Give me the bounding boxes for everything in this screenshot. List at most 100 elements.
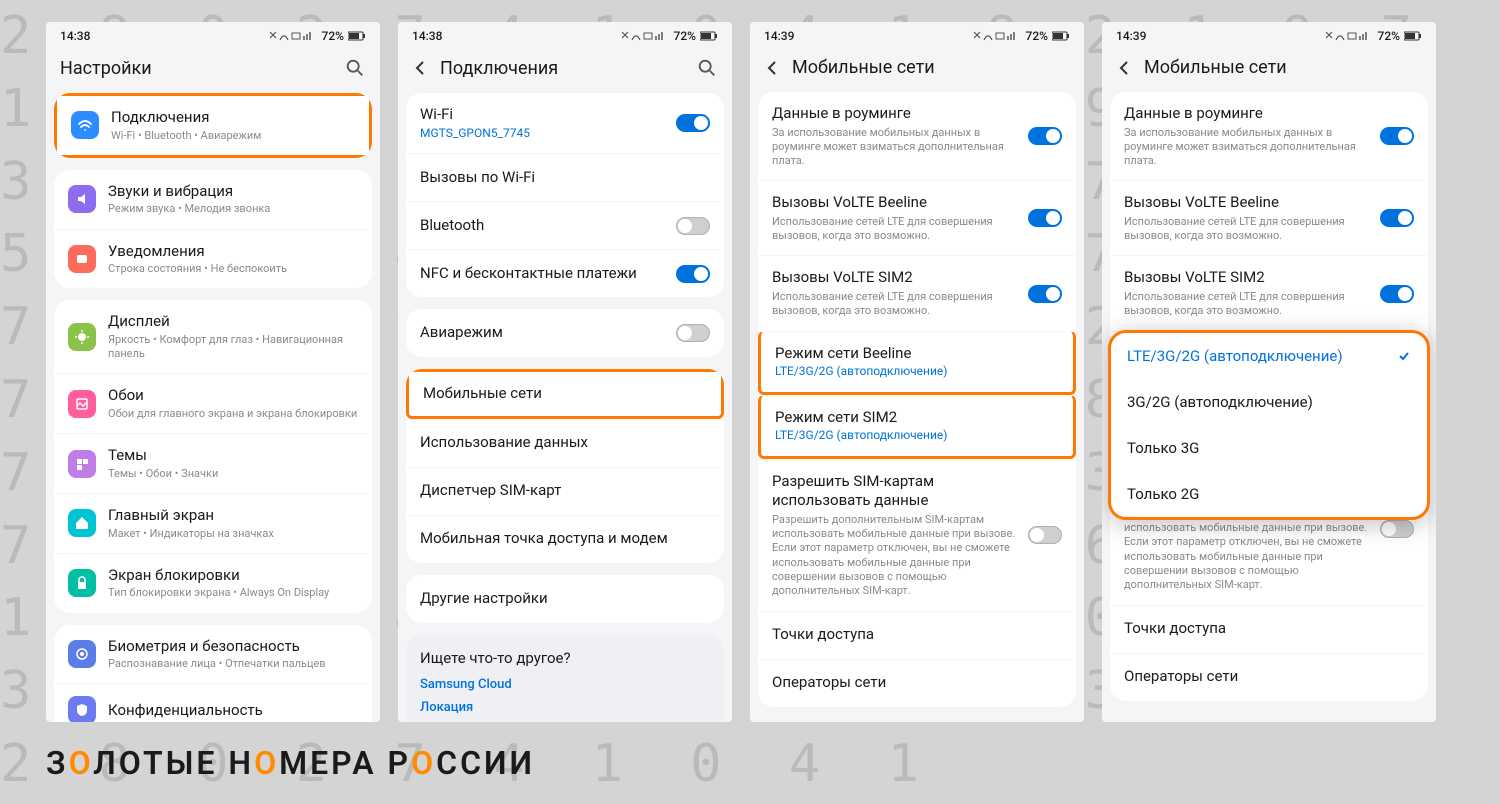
display-icon [68,323,96,351]
item-title: Уведомления [108,242,358,262]
toggle[interactable] [1028,285,1062,303]
item-title: Звуки и вибрация [108,182,358,202]
item-description: Использование сетей LTE для совершения в… [1124,290,1380,319]
toggle[interactable] [1028,209,1062,227]
item-title: Дисплей [108,312,358,332]
item-title: Главный экран [108,506,358,526]
dropdown-option[interactable]: Только 2G [1111,471,1427,517]
item-title: Биометрия и безопасность [108,637,358,657]
connections-item[interactable]: Мобильные сети [406,369,724,419]
toggle[interactable] [676,114,710,132]
connections-item[interactable]: NFC и бесконтактные платежи [406,249,724,297]
item-title: Конфиденциальность [108,701,358,721]
mobile-network-item[interactable]: Вызовы VoLTE BeelineИспользование сетей … [1110,180,1428,255]
status-time: 14:38 [60,29,90,43]
settings-item[interactable]: ТемыТемы • Обои • Значки [54,433,372,493]
item-title: Режим сети SIM2 [775,408,1059,428]
sound-icon [68,185,96,213]
link-location[interactable]: Локация [420,700,710,715]
item-title: Точки доступа [1124,619,1414,639]
connections-item[interactable]: Bluetooth [406,201,724,249]
item-description: Использование сетей LTE для совершения в… [1124,215,1380,244]
settings-item[interactable]: УведомленияСтрока состояния • Не беспоко… [54,229,372,289]
item-title: Подключения [111,108,355,128]
item-title: Разрешить SIM-картам использовать данные [772,472,1028,511]
item-title: Экран блокировки [108,566,358,586]
item-description: Использование сетей LTE для совершения в… [772,290,1028,319]
settings-item[interactable]: Звуки и вибрацияРежим звука • Мелодия зв… [54,170,372,229]
mobile-network-item[interactable]: Операторы сети [1110,653,1428,701]
toggle[interactable] [1380,209,1414,227]
item-title: Вызовы VoLTE Beeline [1124,193,1380,213]
mobile-network-item[interactable]: Точки доступа [758,611,1076,659]
settings-item[interactable]: Конфиденциальность [54,683,372,722]
item-title: Wi-Fi [420,105,676,125]
toggle[interactable] [676,217,710,235]
wifi-icon [71,111,99,139]
item-subtitle: Тип блокировки экрана • Always On Displa… [108,586,358,600]
screen-mobile-networks: 14:3972% Мобильные сети Данные в роуминг… [750,22,1084,722]
connections-item[interactable]: Wi-FiMGTS_GPON5_7745 [406,93,724,153]
dropdown-option[interactable]: LTE/3G/2G (автоподключение) [1111,333,1427,379]
mobile-network-item[interactable]: Вызовы VoLTE SIM2Использование сетей LTE… [758,255,1076,330]
settings-item[interactable]: ПодключенияWi-Fi • Bluetooth • Авиарежим [54,93,372,158]
item-subtitle: Режим звука • Мелодия звонка [108,202,358,216]
screen-settings: 14:38 72% Настройки ПодключенияWi-Fi • B… [46,22,380,722]
connections-item[interactable]: Авиарежим [406,309,724,357]
screen-connections: 14:38 72% Подключения Wi-FiMGTS_GPON5_77… [398,22,732,722]
toggle[interactable] [676,324,710,342]
item-subtitle: Темы • Обои • Значки [108,467,358,481]
mobile-network-item[interactable]: Операторы сети [758,659,1076,707]
item-title: Мобильная точка доступа и модем [420,529,710,549]
connections-item[interactable]: Мобильная точка доступа и модем [406,515,724,563]
item-value: LTE/3G/2G (автоподключение) [775,428,1059,444]
back-button[interactable] [1116,59,1134,77]
settings-item[interactable]: Биометрия и безопасностьРаспознавание ли… [54,625,372,684]
toggle[interactable] [676,265,710,283]
status-time: 14:38 [412,29,442,43]
mobile-network-item[interactable]: Разрешить SIM-картам использовать данные… [758,459,1076,611]
toggle[interactable] [1380,285,1414,303]
settings-item[interactable]: ДисплейЯркость • Комфорт для глаз • Нави… [54,300,372,373]
mobile-network-item[interactable]: Вызовы VoLTE SIM2Использование сетей LTE… [1110,255,1428,330]
item-title: Данные в роуминге [772,104,1028,124]
mobile-network-item[interactable]: Режим сети BeelineLTE/3G/2G (автоподключ… [758,331,1076,395]
item-title: Bluetooth [420,216,676,236]
toggle[interactable] [1028,526,1062,544]
connections-item[interactable]: Использование данных [406,419,724,467]
mobile-network-item[interactable]: Данные в роумингеЗа использование мобиль… [758,92,1076,180]
settings-item[interactable]: Главный экранМакет • Индикаторы на значк… [54,493,372,553]
search-icon[interactable] [696,57,718,79]
mobile-network-item[interactable]: Режим сети SIM2LTE/3G/2G (автоподключени… [758,395,1076,459]
connections-item[interactable]: Диспетчер SIM-карт [406,467,724,515]
mobile-network-item[interactable]: Данные в роумингеЗа использование мобиль… [1110,92,1428,180]
network-mode-dropdown[interactable]: LTE/3G/2G (автоподключение)3G/2G (автопо… [1108,330,1430,520]
mobile-network-item[interactable]: Точки доступа [1110,605,1428,653]
lock-icon [68,569,96,597]
item-description: Разрешить дополнительным SIM-картам испо… [772,513,1028,599]
mobile-network-item[interactable]: Вызовы VoLTE BeelineИспользование сетей … [758,180,1076,255]
back-button[interactable] [412,59,430,77]
wallpaper-icon [68,390,96,418]
item-description: За использование мобильных данных в роум… [772,126,1028,169]
search-icon[interactable] [344,57,366,79]
item-title: Темы [108,446,358,466]
page-title: Подключения [440,58,696,79]
item-title: Авиарежим [420,323,676,343]
toggle[interactable] [1380,127,1414,145]
page-title: Мобильные сети [792,57,1070,78]
settings-item[interactable]: Экран блокировкиТип блокировки экрана • … [54,553,372,613]
dropdown-option[interactable]: 3G/2G (автоподключение) [1111,379,1427,425]
link-samsung-cloud[interactable]: Samsung Cloud [420,677,710,692]
item-subtitle: MGTS_GPON5_7745 [420,126,676,142]
toggle[interactable] [1380,520,1414,538]
dropdown-option[interactable]: Только 3G [1111,425,1427,471]
item-description: Использование сетей LTE для совершения в… [772,215,1028,244]
toggle[interactable] [1028,127,1062,145]
item-title: Использование данных [420,433,710,453]
settings-item[interactable]: ОбоиОбои для главного экрана и экрана бл… [54,373,372,433]
item-title: Вызовы VoLTE SIM2 [772,268,1028,288]
back-button[interactable] [764,59,782,77]
connections-item[interactable]: Другие настройки [406,575,724,623]
connections-item[interactable]: Вызовы по Wi-Fi [406,153,724,201]
